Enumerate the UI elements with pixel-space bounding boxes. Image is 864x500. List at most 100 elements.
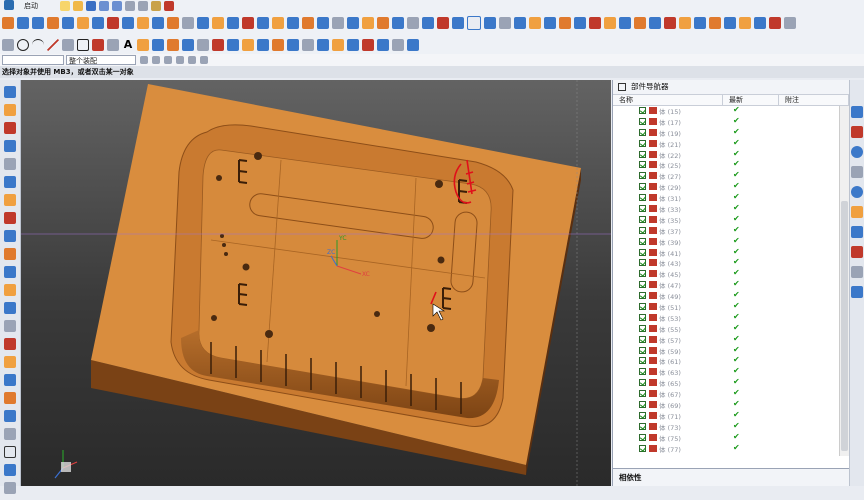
tree-row[interactable]: 体 (63) ✔ (613, 366, 839, 378)
snap-mid-icon[interactable] (164, 56, 172, 64)
project-curve-icon[interactable] (152, 39, 164, 51)
tree-row[interactable]: 体 (53) ✔ (613, 312, 839, 324)
move-object-icon[interactable] (4, 374, 16, 386)
column-name[interactable]: 名称 (613, 95, 723, 105)
visibility-checkbox[interactable] (639, 433, 646, 441)
start-menu-button[interactable]: 启动 (0, 0, 60, 12)
blend-icon[interactable] (197, 17, 209, 29)
tree-row[interactable]: 体 (25) ✔ (613, 159, 839, 171)
core-icon[interactable] (694, 17, 706, 29)
wireframe-view-icon[interactable] (467, 16, 481, 30)
visibility-checkbox[interactable] (639, 335, 646, 343)
open-file-icon[interactable] (73, 1, 83, 11)
tree-row[interactable]: 体 (41) ✔ (613, 247, 839, 259)
arc-icon[interactable] (32, 39, 44, 51)
visibility-checkbox[interactable] (639, 215, 646, 223)
bounded-plane-icon[interactable] (317, 39, 329, 51)
visibility-checkbox[interactable] (639, 150, 646, 158)
measure-icon[interactable] (422, 17, 434, 29)
tree-row[interactable]: 体 (43) ✔ (613, 257, 839, 269)
right-view-icon[interactable] (589, 17, 601, 29)
snap-intersection-icon[interactable] (200, 56, 208, 64)
layout-icon[interactable] (739, 17, 751, 29)
point-set-icon[interactable] (2, 39, 14, 51)
bridge-curve-icon[interactable] (182, 39, 194, 51)
tree-row[interactable]: 体 (21) ✔ (613, 138, 839, 150)
tree-row[interactable]: 体 (33) ✔ (613, 203, 839, 215)
visibility-checkbox[interactable] (639, 172, 646, 180)
reuse-library-icon[interactable] (4, 158, 16, 170)
snap-point-icon[interactable] (140, 56, 148, 64)
visibility-checkbox[interactable] (639, 237, 646, 245)
visibility-checkbox[interactable] (639, 128, 646, 136)
visibility-checkbox[interactable] (639, 292, 646, 300)
edit-object-icon[interactable] (634, 17, 646, 29)
delete-icon[interactable] (164, 1, 174, 11)
assembly-scope-dropdown[interactable]: 整个装配 (66, 55, 136, 65)
visibility-checkbox[interactable] (639, 226, 646, 234)
insert-icon[interactable] (754, 17, 766, 29)
visibility-checkbox[interactable] (639, 313, 646, 321)
color-tool-icon[interactable] (4, 356, 16, 368)
tree-row[interactable]: 体 (49) ✔ (613, 290, 839, 302)
tree-row[interactable]: 体 (45) ✔ (613, 268, 839, 280)
visibility-checkbox[interactable] (639, 368, 646, 376)
box-select-icon[interactable] (4, 446, 16, 458)
ejector-icon[interactable] (784, 17, 796, 29)
dependencies-section[interactable]: 相依性 (613, 468, 849, 486)
trim-sheet-icon[interactable] (377, 39, 389, 51)
slider-icon[interactable] (769, 17, 781, 29)
conic-icon[interactable] (107, 39, 119, 51)
visibility-checkbox[interactable] (639, 324, 646, 332)
hexagon-icon[interactable] (4, 464, 16, 476)
pattern-icon[interactable] (347, 17, 359, 29)
cone-icon[interactable] (47, 17, 59, 29)
visibility-checkbox[interactable] (639, 270, 646, 278)
tree-row[interactable]: 体 (55) ✔ (613, 323, 839, 335)
manufacturing-wizard-icon[interactable] (4, 248, 16, 260)
tree-row[interactable]: 体 (69) ✔ (613, 399, 839, 411)
column-note[interactable]: 附注 (779, 95, 849, 105)
layer-icon[interactable] (604, 17, 616, 29)
section-view-icon[interactable] (437, 17, 449, 29)
tree-row[interactable]: 体 (61) ✔ (613, 355, 839, 367)
draft-icon[interactable] (242, 17, 254, 29)
tree-row[interactable]: 体 (37) ✔ (613, 225, 839, 237)
sew-icon[interactable] (332, 39, 344, 51)
fit-view-icon[interactable] (484, 17, 496, 29)
datum-plane-icon[interactable] (377, 17, 389, 29)
visibility-checkbox[interactable] (639, 303, 646, 311)
unite-icon[interactable] (257, 17, 269, 29)
join-curve-icon[interactable] (197, 39, 209, 51)
offset-face-icon[interactable] (332, 17, 344, 29)
mirror-icon[interactable] (362, 17, 374, 29)
through-curves-icon[interactable] (272, 39, 284, 51)
visibility-checkbox[interactable] (639, 107, 646, 114)
tree-row[interactable]: 体 (15) ✔ (613, 106, 839, 117)
zoom-icon[interactable] (499, 17, 511, 29)
graphics-window[interactable]: YC XC ZC (21, 80, 611, 486)
mold-wizard-icon[interactable] (664, 17, 676, 29)
sphere-icon[interactable] (62, 17, 74, 29)
intersect-curve-icon[interactable] (167, 39, 179, 51)
layer-tool-icon[interactable] (4, 338, 16, 350)
tree-row[interactable]: 体 (47) ✔ (613, 279, 839, 291)
visibility-checkbox[interactable] (639, 259, 646, 267)
show-hide-icon[interactable] (619, 17, 631, 29)
tree-row[interactable]: 体 (39) ✔ (613, 236, 839, 248)
parting-icon[interactable] (709, 17, 721, 29)
roles-icon[interactable] (4, 86, 16, 98)
history-icon[interactable] (4, 194, 16, 206)
ruled-icon[interactable] (302, 39, 314, 51)
snap-end-icon[interactable] (152, 56, 160, 64)
cut-icon[interactable] (125, 1, 135, 11)
properties-icon[interactable] (4, 410, 16, 422)
cavity-icon[interactable] (679, 17, 691, 29)
extrude-icon[interactable] (77, 17, 89, 29)
column-latest[interactable]: 最新 (723, 95, 779, 105)
shaded-view-icon[interactable] (452, 17, 464, 29)
part-navigator-icon[interactable] (4, 140, 16, 152)
palette-icon[interactable] (4, 284, 16, 296)
shell-icon[interactable] (227, 17, 239, 29)
mold-tools-icon[interactable] (851, 126, 863, 138)
